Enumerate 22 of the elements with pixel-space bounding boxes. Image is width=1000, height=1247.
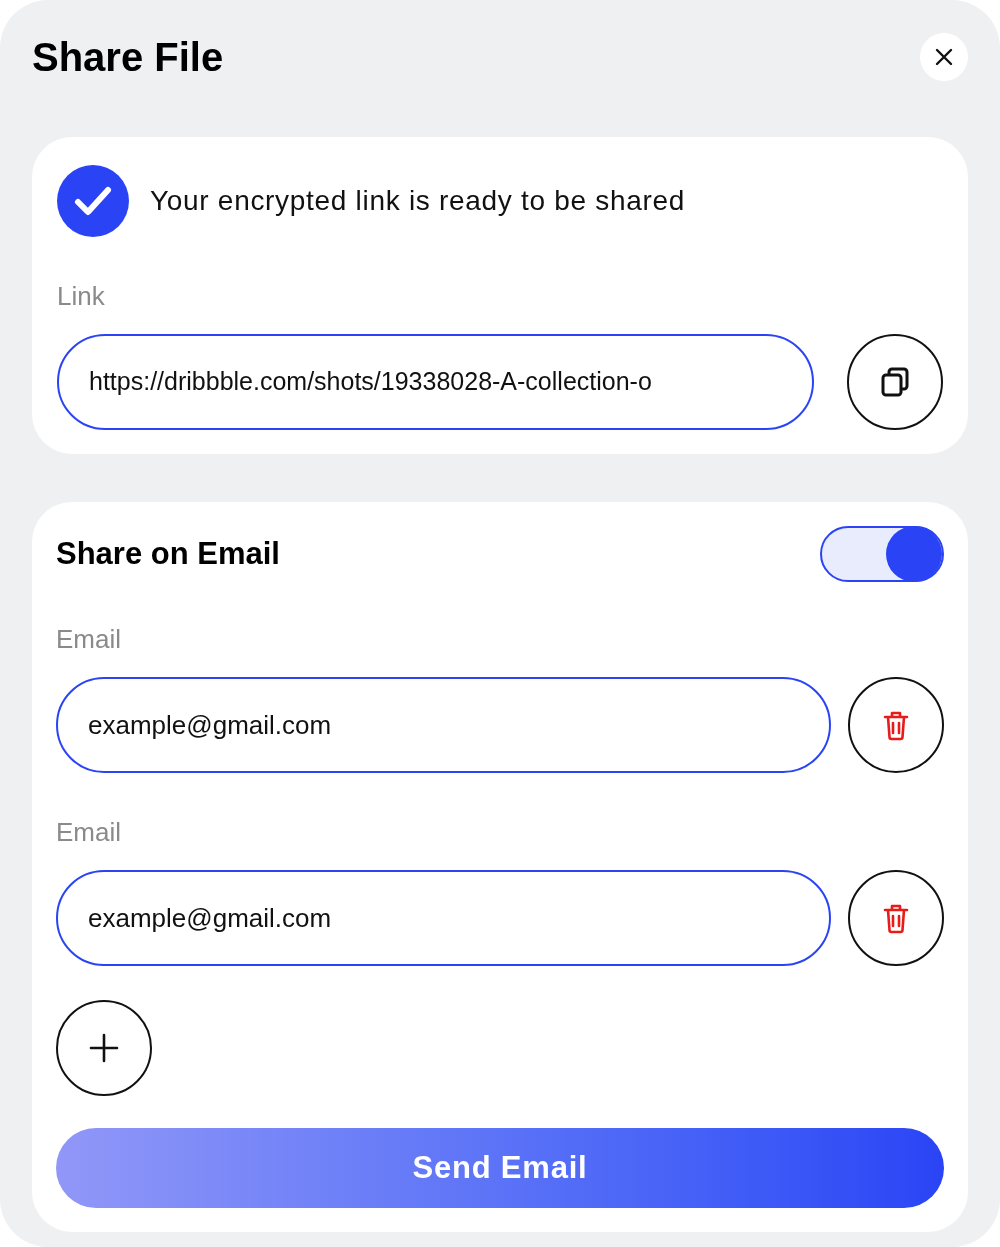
dialog-title: Share File	[32, 37, 224, 77]
email-section-title: Share on Email	[56, 534, 280, 573]
link-field[interactable]: https://dribbble.com/shots/19338028-A-collection-o	[57, 334, 815, 430]
email-label: Email	[56, 816, 122, 849]
ready-message: Your encrypted link is ready to be shared	[150, 184, 686, 218]
link-label: Link	[57, 280, 106, 313]
close-button[interactable]	[920, 33, 968, 81]
plus-icon	[89, 1033, 119, 1063]
email-toggle[interactable]	[820, 526, 944, 582]
copy-button[interactable]	[847, 334, 943, 430]
add-button[interactable]	[56, 1000, 152, 1096]
trash-icon	[882, 709, 910, 741]
delete-button[interactable]	[848, 870, 944, 966]
check-icon	[57, 165, 129, 237]
copy-icon	[880, 366, 911, 398]
email-label: Email	[56, 623, 122, 656]
trash-icon	[882, 902, 910, 934]
email-field[interactable]: example@gmail.com	[56, 870, 831, 966]
close-icon	[935, 48, 953, 66]
email-field[interactable]: example@gmail.com	[56, 677, 831, 773]
delete-button[interactable]	[848, 677, 944, 773]
send-email-button[interactable]: Send Email	[56, 1128, 944, 1208]
